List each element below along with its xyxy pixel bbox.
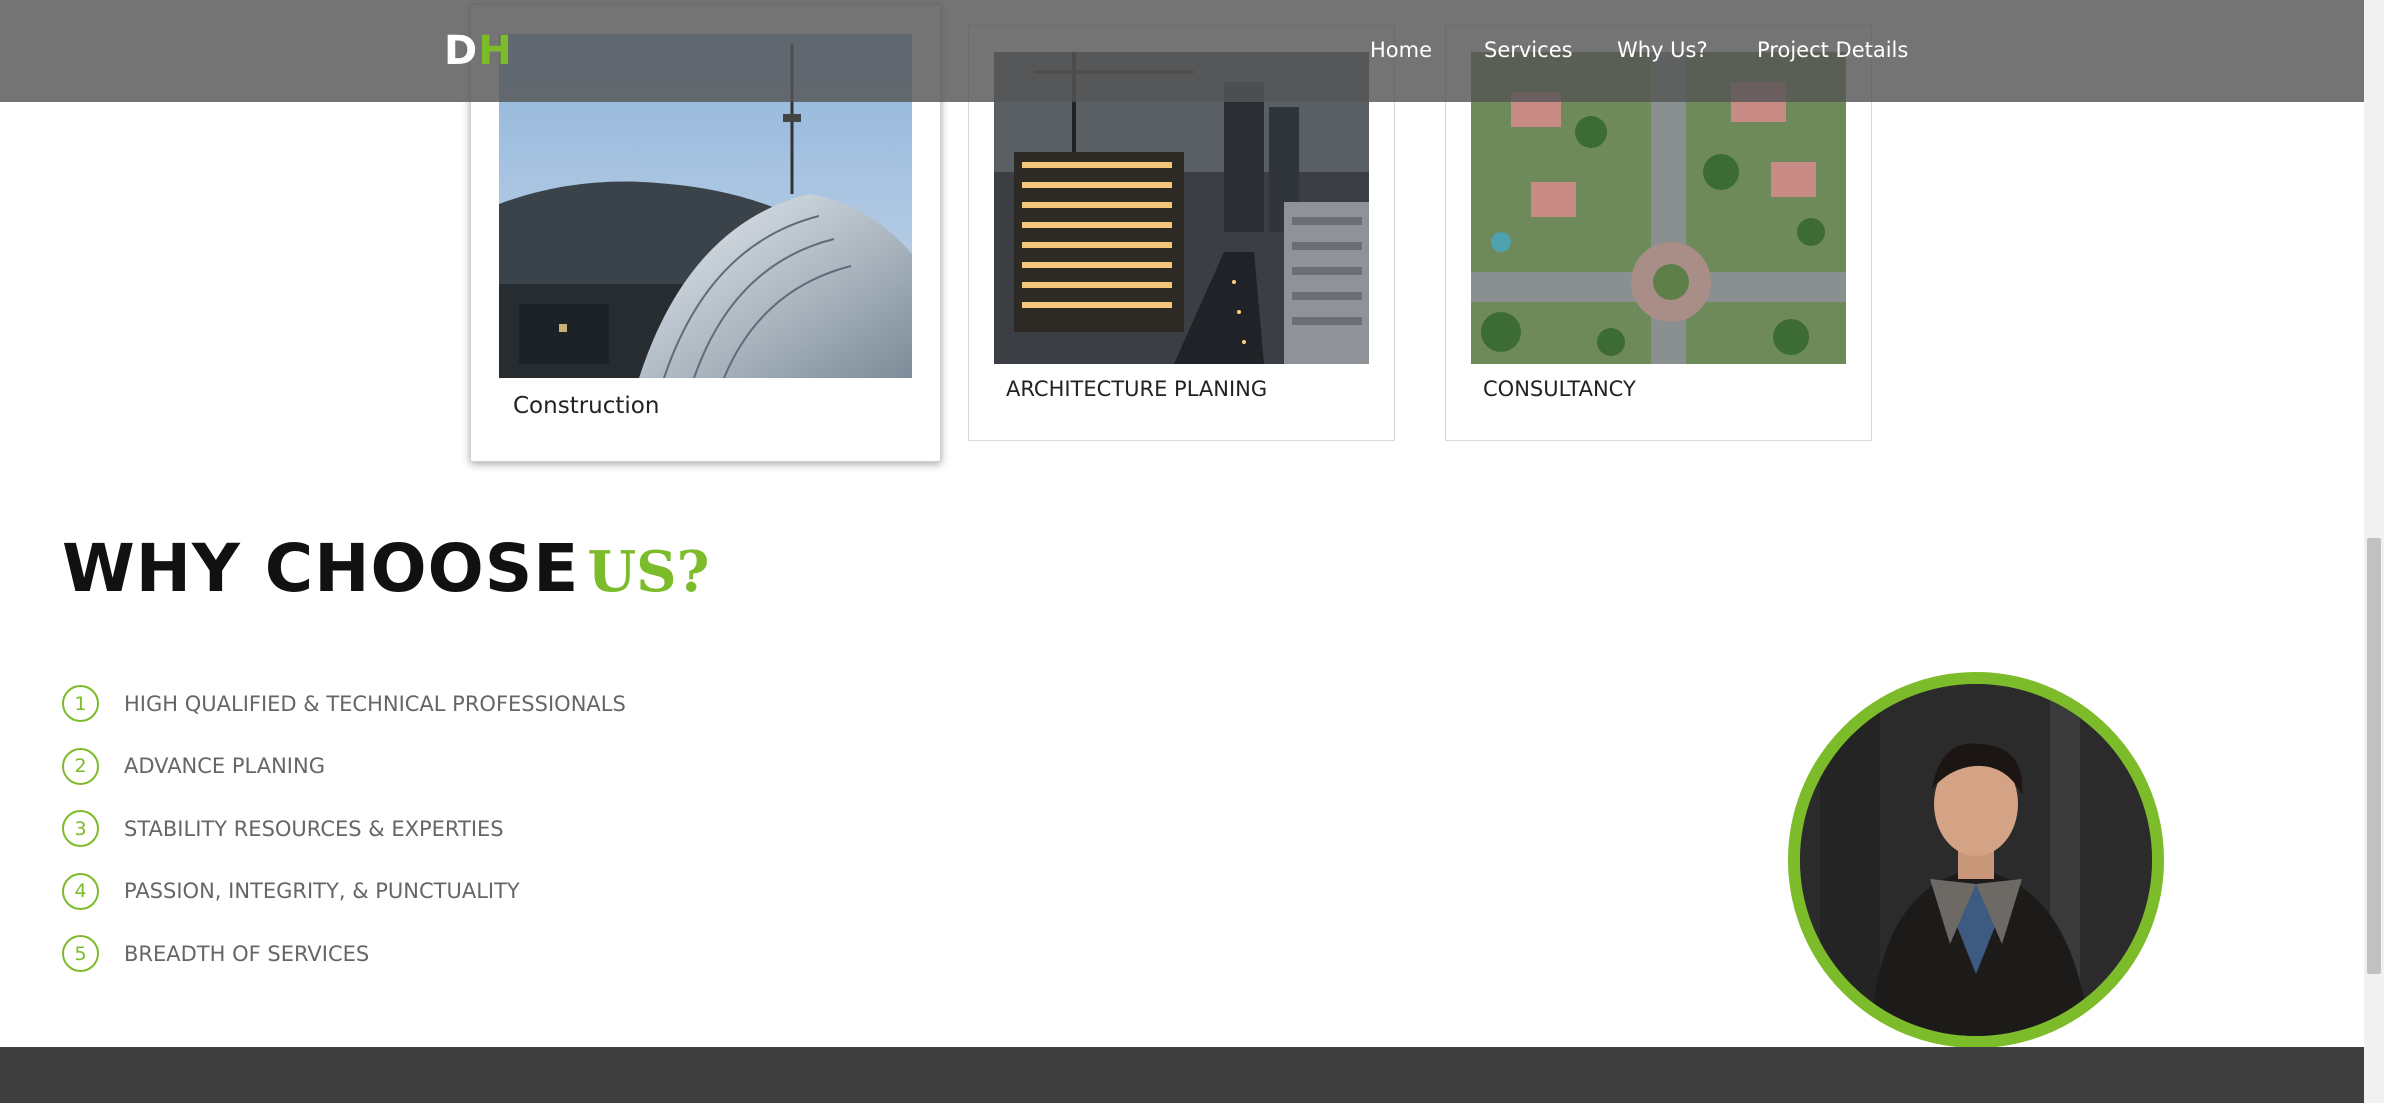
logo-letter-h: H — [478, 28, 513, 74]
service-label: ARCHITECTURE PLANING — [1006, 377, 1268, 401]
reason-text: ADVANCE PLANING — [124, 754, 325, 778]
number-badge: 3 — [62, 810, 99, 847]
number-badge: 2 — [62, 747, 99, 785]
nav-link-why-us[interactable]: Why Us? — [1617, 38, 1708, 62]
nav-link-project-details[interactable]: Project Details — [1757, 38, 1908, 62]
reason-text: HIGH QUALIFIED & TECHNICAL PROFESSIONALS — [124, 691, 626, 716]
list-item: 5 BREADTH OF SERVICES — [62, 935, 626, 972]
reason-text: STABILITY RESOURCES & EXPERTIES — [124, 816, 504, 841]
why-choose-us-title: WHY CHOOSE US? — [62, 530, 709, 607]
list-item: 4 PASSION, INTEGRITY, & PUNCTUALITY — [62, 872, 626, 910]
logo-letter-d: D — [444, 28, 479, 74]
title-main: WHY CHOOSE — [62, 530, 580, 607]
footer — [0, 1047, 2364, 1103]
title-accent: US? — [587, 539, 710, 605]
nav-link-services[interactable]: Services — [1484, 38, 1573, 62]
number-badge: 1 — [62, 685, 99, 722]
scrollbar-thumb[interactable] — [2367, 538, 2381, 974]
service-label: Construction — [513, 393, 660, 419]
logo[interactable]: DH — [444, 28, 513, 74]
list-item: 2 ADVANCE PLANING — [62, 747, 626, 785]
list-item: 1 HIGH QUALIFIED & TECHNICAL PROFESSIONA… — [62, 685, 626, 722]
reasons-list: 1 HIGH QUALIFIED & TECHNICAL PROFESSIONA… — [62, 685, 626, 998]
top-navbar: DH Home Services Why Us? Project Details — [0, 0, 2364, 102]
list-item: 3 STABILITY RESOURCES & EXPERTIES — [62, 810, 626, 847]
nav-link-home[interactable]: Home — [1370, 38, 1432, 62]
service-label: CONSULTANCY — [1483, 377, 1636, 401]
number-badge: 4 — [62, 872, 99, 910]
avatar — [1788, 672, 2164, 1048]
reason-text: PASSION, INTEGRITY, & PUNCTUALITY — [124, 879, 520, 903]
reason-text: BREADTH OF SERVICES — [124, 941, 370, 966]
number-badge: 5 — [62, 935, 99, 972]
